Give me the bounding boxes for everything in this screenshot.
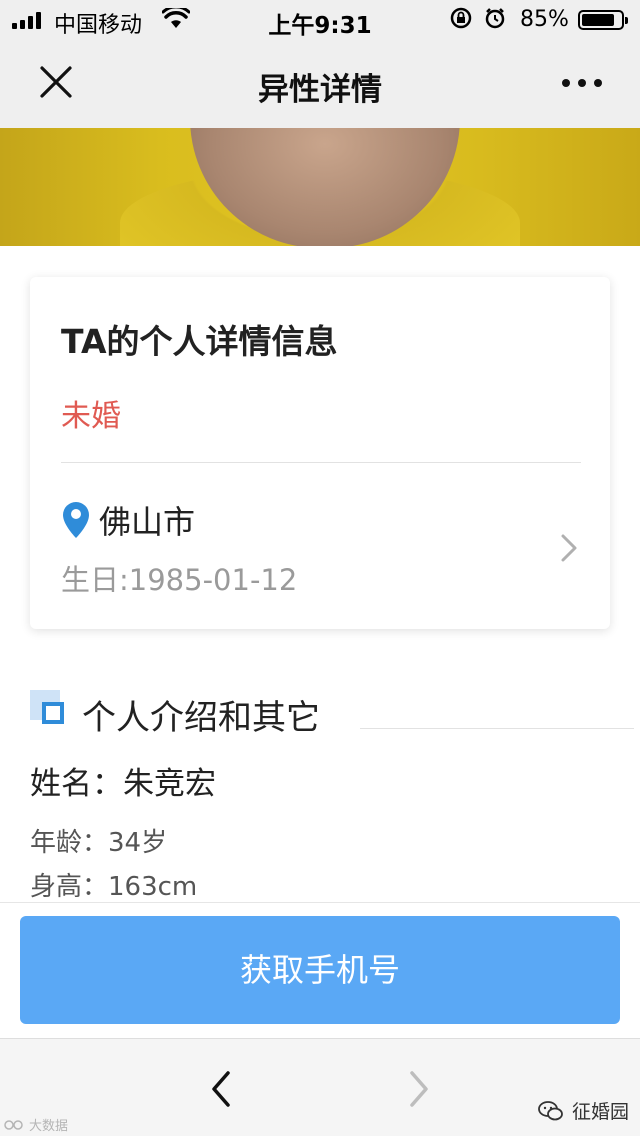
back-arrow-icon[interactable]: [206, 1069, 236, 1109]
name-field: 姓名：朱竞宏: [30, 766, 216, 802]
section-header: 个人介绍和其它: [30, 690, 634, 738]
status-bar: 中国移动 上午9:31 85%: [0, 0, 640, 40]
more-icon[interactable]: [562, 68, 606, 98]
forward-arrow-icon[interactable]: [404, 1069, 434, 1109]
section-divider: [360, 728, 634, 729]
card-divider: [61, 462, 581, 463]
close-icon[interactable]: [36, 62, 76, 102]
page-title: 异性详情: [258, 72, 382, 108]
battery-icon: [578, 10, 628, 30]
city-name: 佛山市: [99, 503, 196, 541]
get-phone-number-button[interactable]: 获取手机号: [20, 916, 620, 1024]
marital-status: 未婚: [61, 399, 121, 434]
age-field: 年龄：34岁: [30, 828, 168, 858]
profile-detail-card: TA的个人详情信息 未婚 佛山市 生日:1985-01-12: [30, 277, 610, 629]
watermark-right-text: 征婚园: [572, 1101, 630, 1123]
profile-photo: [0, 128, 640, 246]
content-divider: [0, 902, 640, 903]
alarm-icon: [485, 8, 505, 29]
chevron-right-icon[interactable]: [558, 533, 580, 563]
browser-toolbar: 大数据 征婚园: [0, 1038, 640, 1136]
height-field: 身高：163cm: [30, 872, 198, 902]
rotation-lock-icon: [450, 7, 472, 29]
wechat-icon: [538, 1100, 563, 1120]
section-title: 个人介绍和其它: [82, 698, 320, 738]
watermark-left-text: 大数据: [29, 1119, 69, 1134]
watermark-right: 征婚园: [538, 1097, 629, 1124]
watermark-logo-icon: [4, 1119, 23, 1130]
battery-percentage: 85%: [520, 7, 569, 32]
square-bullet-icon: [30, 690, 70, 730]
card-title: TA的个人详情信息: [61, 322, 338, 361]
location-pin-icon: [63, 502, 89, 538]
birthday: 生日:1985-01-12: [61, 563, 298, 597]
watermark-left: 大数据: [4, 1115, 68, 1134]
navigation-bar: 异性详情: [0, 40, 640, 128]
location-row[interactable]: 佛山市: [61, 497, 195, 543]
